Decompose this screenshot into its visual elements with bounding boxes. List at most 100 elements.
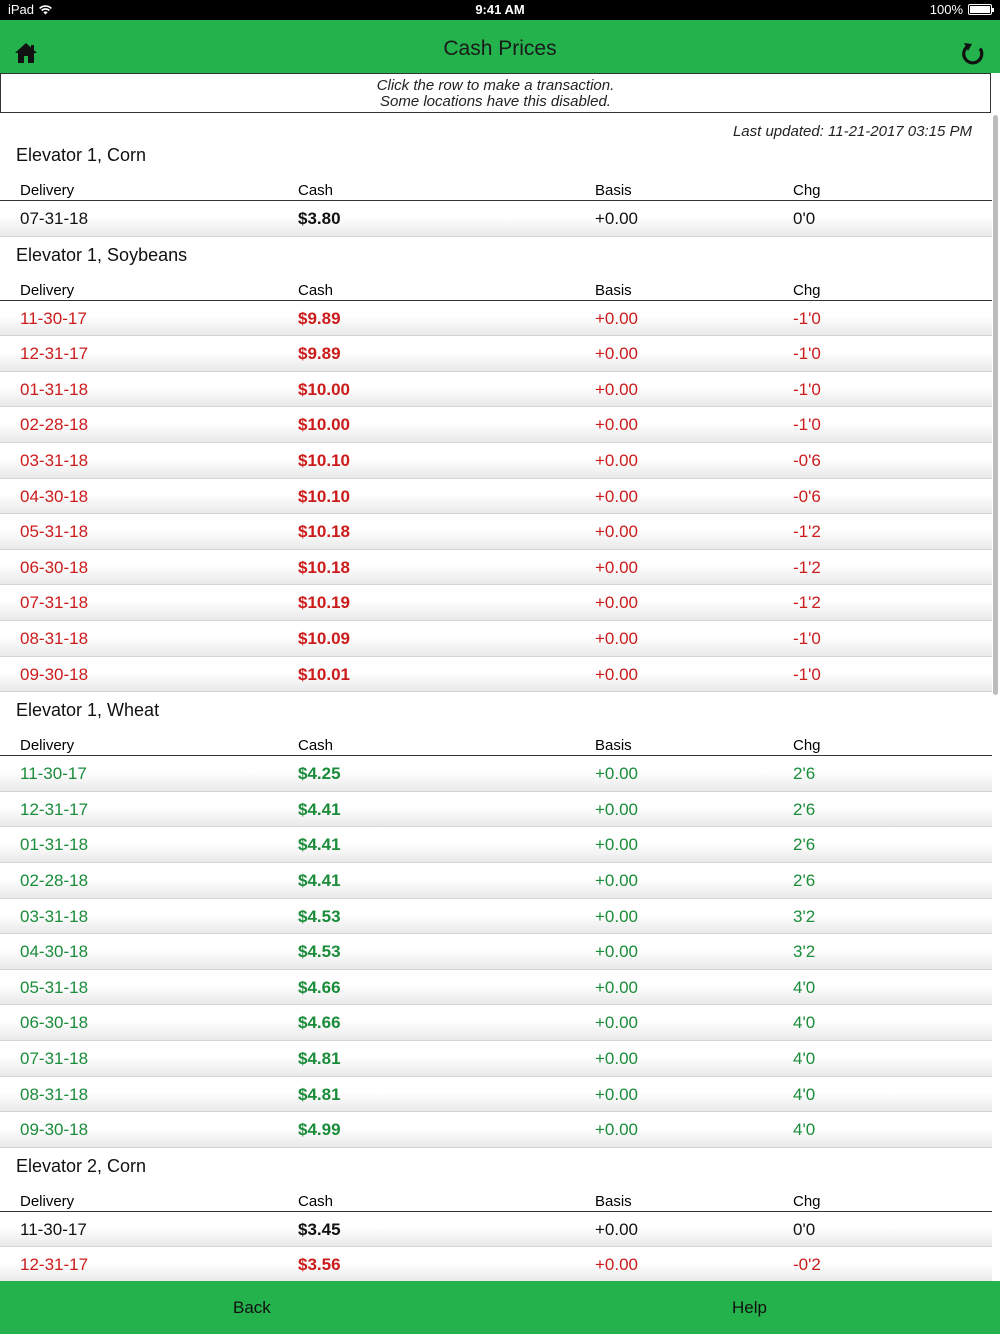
cell-chg: -1'0 [793,629,821,648]
status-right: 100% [929,2,994,17]
price-row[interactable]: 07-31-18 $10.19 +0.00 -1'2 [0,585,992,621]
cell-basis: +0.00 [595,451,639,470]
price-row[interactable]: 06-30-18 $10.18 +0.00 -1'2 [0,549,992,586]
cell-delivery: 01-31-18 [20,835,89,855]
cell-cash: $10.18 [298,557,350,577]
cell-basis: +0.00 [595,1013,639,1033]
cell-cash: $4.25 [298,764,341,784]
cell-basis: +0.00 [595,1219,639,1239]
cell-cash: $4.53 [298,942,341,962]
price-row[interactable]: 01-31-18 $4.41 +0.00 2'6 [0,827,992,863]
cell-delivery: 06-30-18 [20,557,89,577]
cell-cash: $3.56 [298,1255,341,1275]
price-row[interactable]: 08-31-18 $4.81 +0.00 4'0 [0,1076,992,1113]
cell-chg: 2'6 [793,835,816,855]
column-header-chg: Chg [793,281,821,299]
prices-list[interactable]: Last updated: 11-21-2017 03:15 PM Elevat… [0,113,992,1281]
price-row[interactable]: 02-28-18 $10.00 +0.00 -1'0 [0,407,992,443]
cell-chg: -1'2 [793,557,821,577]
notice-line-2: Some locations have this disabled. [380,93,611,110]
section-title: Elevator 2, Corn [16,1155,147,1176]
cell-delivery: 03-31-18 [20,451,89,470]
battery-percent: 100% [929,2,963,17]
cell-cash: $3.45 [298,1219,341,1239]
price-row[interactable]: 03-31-18 $4.53 +0.00 3'2 [0,898,992,935]
cell-chg: 3'2 [793,906,816,926]
cell-chg: 2'6 [793,764,816,784]
cell-basis: +0.00 [595,344,639,364]
cell-chg: -1'2 [793,522,821,542]
column-header-cash: Cash [298,281,334,299]
price-row[interactable]: 12-31-17 $4.41 +0.00 2'6 [0,791,992,828]
cell-delivery: 08-31-18 [20,629,89,648]
cell-chg: -0'2 [793,1255,821,1275]
cell-basis: +0.00 [595,1120,639,1140]
column-header-chg: Chg [793,182,821,199]
cell-basis: +0.00 [595,799,639,819]
price-row[interactable]: 07-31-18 $3.80 +0.00 0'0 [0,201,992,237]
price-row[interactable]: 06-30-18 $4.66 +0.00 4'0 [0,1005,992,1041]
cell-cash: $10.10 [298,451,350,470]
cell-basis: +0.00 [595,1049,639,1068]
price-row[interactable]: 04-30-18 $10.10 +0.00 -0'6 [0,478,992,515]
column-header-row: Delivery Cash Basis Chg [0,179,992,201]
price-row[interactable]: 03-31-18 $10.10 +0.00 -0'6 [0,443,992,479]
price-row[interactable]: 08-31-18 $10.09 +0.00 -1'0 [0,621,992,657]
cell-cash: $10.09 [298,629,350,648]
price-row[interactable]: 02-28-18 $4.41 +0.00 2'6 [0,863,992,899]
price-row[interactable]: 09-30-18 $10.01 +0.00 -1'0 [0,656,992,693]
price-row[interactable]: 05-31-18 $4.66 +0.00 4'0 [0,969,992,1006]
cell-delivery: 12-31-17 [20,344,89,364]
price-row[interactable]: 12-31-17 $3.56 +0.00 -0'2 [0,1247,992,1281]
column-header-row: Delivery Cash Basis Chg [0,279,992,301]
cell-delivery: 12-31-17 [20,799,89,819]
back-button[interactable]: Back [233,1298,271,1318]
cell-chg: -1'2 [793,593,821,613]
cell-chg: 4'0 [793,1084,816,1104]
cell-cash: $10.00 [298,379,350,399]
cell-cash: $3.80 [298,209,341,228]
price-row[interactable]: 05-31-18 $10.18 +0.00 -1'2 [0,514,992,550]
cell-delivery: 05-31-18 [20,977,89,997]
cell-cash: $4.41 [298,835,341,855]
cell-basis: +0.00 [595,629,639,648]
cell-basis: +0.00 [595,379,639,399]
transaction-notice: Click the row to make a transaction. Som… [0,73,991,113]
cell-basis: +0.00 [595,664,639,684]
cell-delivery: 09-30-18 [20,1120,89,1140]
cell-chg: -1'0 [793,379,821,399]
cell-chg: -1'0 [793,308,821,328]
price-row[interactable]: 11-30-17 $9.89 +0.00 -1'0 [0,300,992,337]
scrollbar[interactable] [993,115,998,695]
column-header-delivery: Delivery [20,281,75,299]
price-row[interactable]: 11-30-17 $4.25 +0.00 2'6 [0,756,992,792]
cell-chg: 4'0 [793,977,816,997]
column-header-basis: Basis [595,1192,632,1210]
cell-basis: +0.00 [595,593,639,613]
cell-basis: +0.00 [595,209,639,228]
price-row[interactable]: 01-31-18 $10.00 +0.00 -1'0 [0,371,992,408]
price-row[interactable]: 04-30-18 $4.53 +0.00 3'2 [0,934,992,970]
cell-cash: $9.89 [298,344,341,364]
column-header-basis: Basis [595,737,632,755]
cell-delivery: 07-31-18 [20,209,89,228]
price-row[interactable]: 07-31-18 $4.81 +0.00 4'0 [0,1041,992,1077]
refresh-button[interactable] [960,41,986,67]
price-row[interactable]: 11-30-17 $3.45 +0.00 0'0 [0,1211,992,1248]
cell-basis: +0.00 [595,977,639,997]
column-header-chg: Chg [793,737,821,755]
help-button[interactable]: Help [732,1298,767,1318]
price-row[interactable]: 12-31-17 $9.89 +0.00 -1'0 [0,336,992,372]
cell-chg: 4'0 [793,1049,816,1068]
cell-chg: 2'6 [793,871,816,890]
cell-basis: +0.00 [595,415,639,435]
last-updated: Last updated: 11-21-2017 03:15 PM [732,123,972,140]
price-row[interactable]: 09-30-18 $4.99 +0.00 4'0 [0,1112,992,1148]
cell-cash: $4.41 [298,871,341,890]
cell-basis: +0.00 [595,906,639,926]
cell-cash: $4.66 [298,1013,341,1033]
cell-delivery: 12-31-17 [20,1255,89,1275]
page-title: Cash Prices [443,37,557,60]
column-header-cash: Cash [298,737,334,755]
cell-delivery: 11-30-17 [20,1219,87,1239]
